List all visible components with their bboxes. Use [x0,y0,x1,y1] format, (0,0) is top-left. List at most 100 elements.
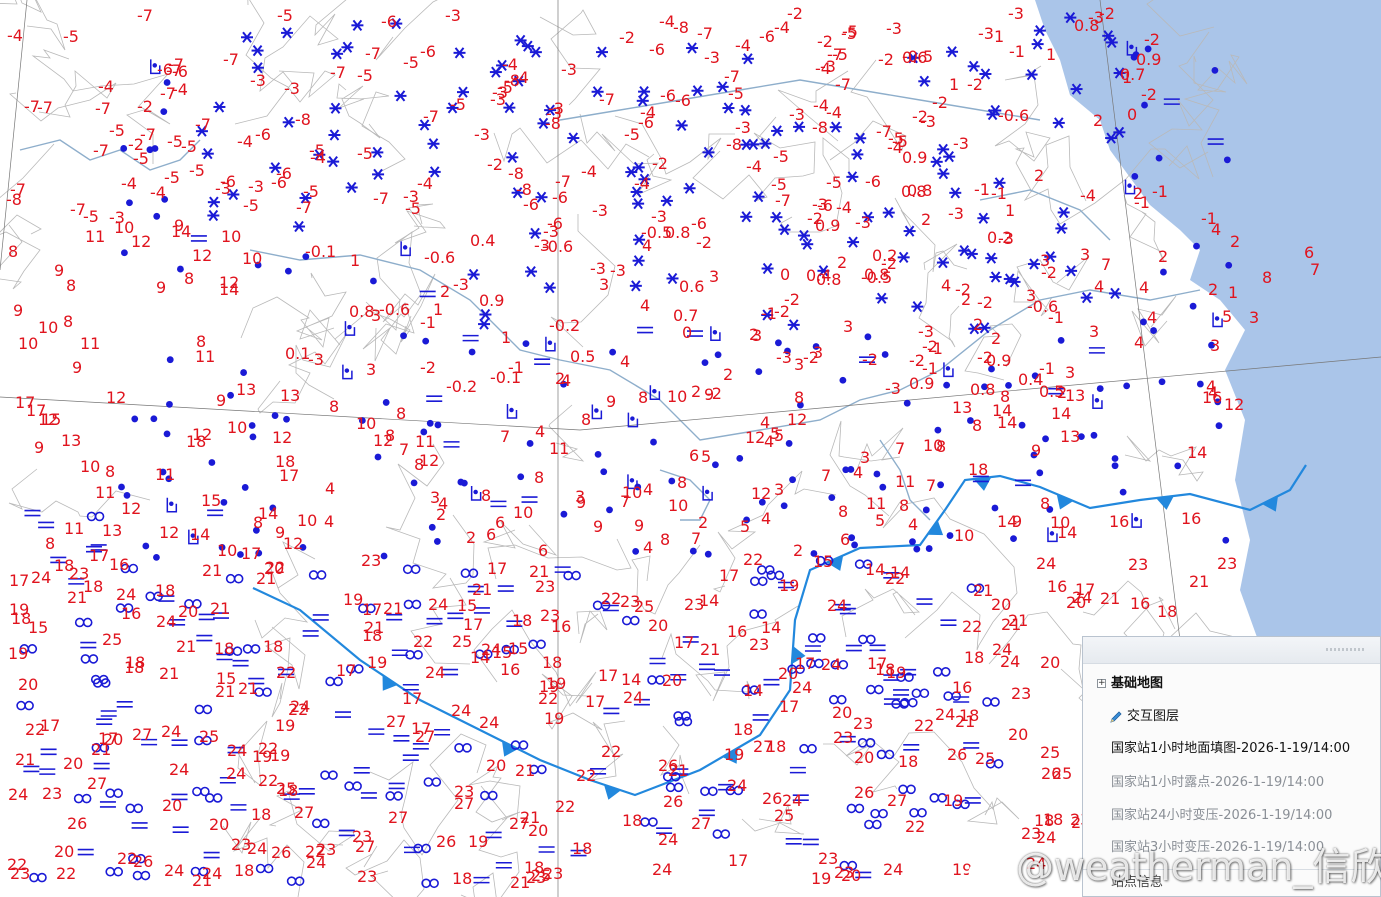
temperature-label: -4 [502,55,518,74]
temperature-label: -6 [157,60,173,79]
temperature-label: 8 [329,397,339,416]
temperature-label: 24 [156,612,176,631]
temperature-label: 18 [278,781,298,800]
temperature-label: -7 [95,99,111,118]
temperature-label: 19 [275,716,295,735]
temperature-label: 10 [217,541,237,560]
temperature-label: 24 [883,860,903,879]
temperature-label: -2 [137,97,153,116]
rain-dot-icon [426,419,434,427]
temperature-label: -5 [403,53,419,72]
temperature-label: -0.1 [305,242,336,261]
temperature-label: 2 [698,513,708,532]
temperature-label: -5 [826,173,842,192]
temperature-label: -3 [561,60,577,79]
layer-item[interactable]: 国家站24小时变压-2026-1-19/14:00 [1083,803,1380,829]
rain-dot-icon [150,415,158,423]
temperature-label: 15 [201,491,221,510]
temperature-label: -4 [1080,186,1096,205]
temperature-label: -4 [98,77,114,96]
temperature-label: 27 [887,791,907,810]
panel-header[interactable] [1083,637,1380,664]
temperature-label: 21 [176,637,196,656]
temperature-label: 17 [362,600,382,619]
rain-dot-icon [1010,535,1017,543]
expand-plus-icon[interactable]: + [1097,679,1106,688]
temperature-label: 24 [782,791,802,810]
rain-dot-icon [864,333,872,341]
layer-group-base[interactable]: + 基础地图 [1083,671,1380,697]
temperature-label: 26 [133,852,153,871]
rain-dot-icon [632,548,640,555]
temperature-label: 20 [1008,725,1028,744]
temperature-label: 20 [178,602,198,621]
temperature-label: -5 [357,66,373,85]
rain-dot-icon [736,455,744,462]
temperature-label: 9 [34,438,44,457]
layer-item[interactable]: 国家站1小时地面填图-2026-1-19/14:00 [1083,736,1380,762]
temperature-label: 9 [1031,441,1041,460]
layer-item[interactable]: 国家站1小时露点-2026-1-19/14:00 [1083,770,1380,796]
temperature-label: 12 [192,246,212,265]
temperature-label: 19 [943,791,963,810]
temperature-label: -3 [704,48,720,67]
rain-dot-icon [220,498,228,506]
temperature-label: -3 [776,348,792,367]
temperature-label: 17 [15,393,35,412]
temperature-label: 3 [813,343,823,362]
temperature-label: 4 [325,479,335,498]
temperature-label: 8 [8,242,18,261]
temperature-label: 26 [271,843,291,862]
temperature-label: 10 [513,503,533,522]
temperature-label: 24 [451,701,471,720]
temperature-label: 3 [1026,286,1036,305]
rain-dot-icon [714,351,722,359]
temperature-label: 4 [761,509,771,528]
temperature-label: 0.4 [806,266,831,285]
rain-dot-icon [1223,156,1231,164]
temperature-label: 14 [470,648,490,667]
temperature-label: -1 [1009,42,1025,61]
temperature-label: 18 [542,653,562,672]
layer-group-interactive[interactable]: 交互图层 [1083,704,1380,730]
temperature-label: 21 [1100,589,1120,608]
temperature-label: 11 [895,472,915,491]
temperature-label: 19 [343,590,363,609]
temperature-label: 4 [324,512,334,531]
temperature-label: 4 [1094,277,1104,296]
temperature-label: -1 [1048,308,1064,327]
temperature-label: 23 [540,606,560,625]
rain-dot-icon [284,267,292,275]
temperature-label: 22 [576,766,596,785]
temperature-label: 21 [472,580,492,599]
temperature-label: 8 [638,388,648,407]
temperature-label: 17 [487,559,507,578]
temperature-label: 21 [91,740,111,759]
pencil-icon [1110,711,1122,723]
temperature-label: 13 [1060,427,1080,446]
temperature-label: 10 [38,318,58,337]
temperature-label: 12 [745,428,765,447]
temperature-label: -4 [640,103,656,122]
temperature-label: 3 [774,480,784,499]
temperature-label: -2 [787,4,803,23]
temperature-label: 24 [652,860,672,879]
temperature-label: 17 [795,654,815,673]
temperature-label: 8 [794,388,804,407]
temperature-label: 18 [964,648,984,667]
temperature-label: 20 [162,796,182,815]
temperature-label: 8 [396,404,406,423]
temperature-label: 19 [468,832,488,851]
temperature-label: -6 [523,195,539,214]
interactive-layer-label: 交互图层 [1127,709,1180,724]
temperature-label: 1 [1228,283,1238,302]
temperature-label: 17 [336,661,356,680]
drag-grip-icon[interactable] [1326,648,1366,651]
temperature-label: 17 [9,571,29,590]
temperature-label: 8 [677,473,687,492]
temperature-label: 18 [1157,602,1177,621]
temperature-label: 22 [885,569,905,588]
temperature-label: -7 [423,107,439,126]
temperature-label: 8 [581,410,591,429]
temperature-label: -7 [876,122,892,141]
